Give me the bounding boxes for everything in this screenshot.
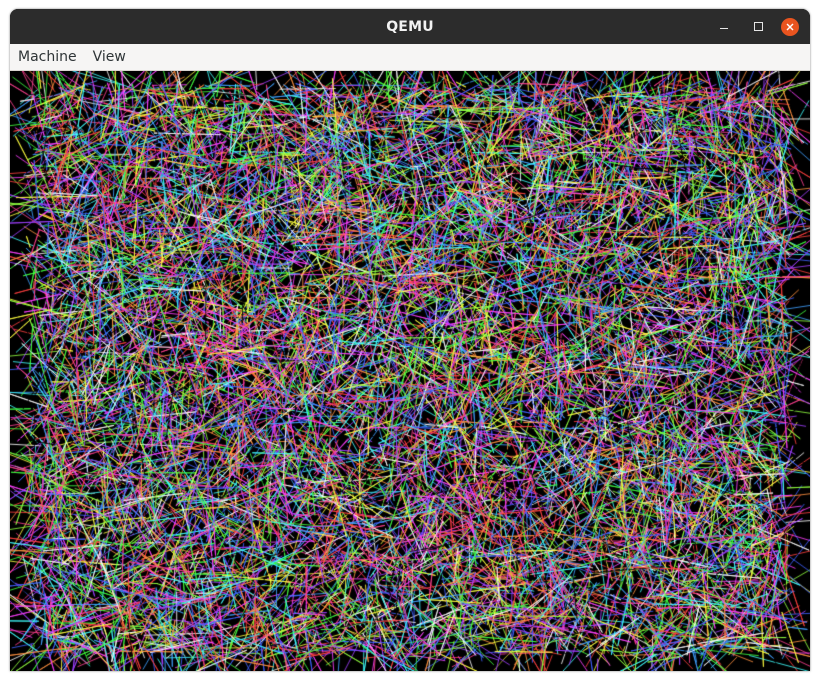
close-button[interactable]	[778, 9, 802, 44]
menu-bar: Machine View	[10, 44, 810, 71]
menu-machine[interactable]: Machine	[10, 49, 85, 65]
qemu-window: QEMU Machine View	[10, 9, 810, 671]
maximize-icon	[753, 22, 763, 31]
menu-view[interactable]: View	[85, 49, 134, 65]
title-bar[interactable]: QEMU	[10, 9, 810, 44]
maximize-button[interactable]	[746, 9, 770, 44]
guest-display[interactable]	[10, 71, 810, 671]
close-icon	[781, 17, 799, 36]
minimize-button[interactable]	[712, 9, 736, 44]
window-title: QEMU	[386, 18, 434, 35]
minimize-icon	[720, 28, 728, 29]
guest-display-canvas[interactable]	[10, 71, 810, 671]
